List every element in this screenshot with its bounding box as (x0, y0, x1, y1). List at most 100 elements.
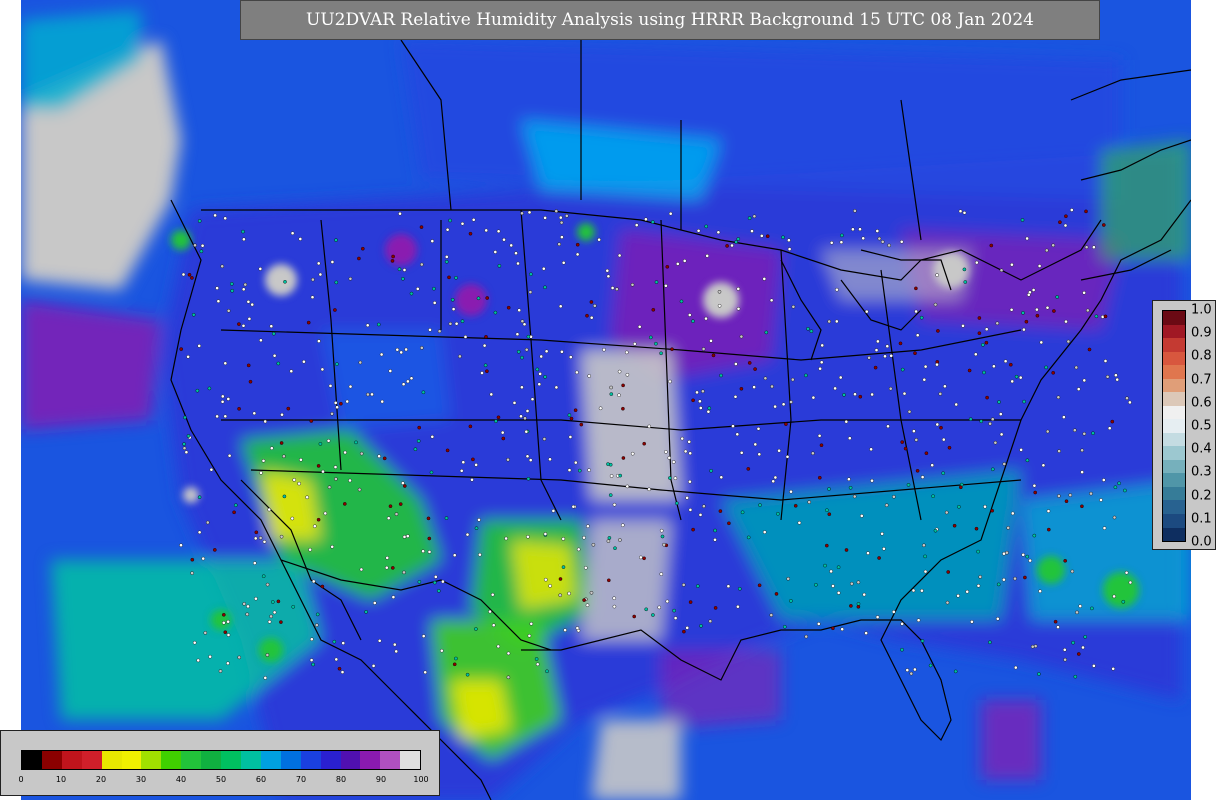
station-marker (719, 373, 723, 378)
station-marker (432, 301, 437, 305)
station-marker (282, 454, 286, 459)
station-marker (534, 657, 539, 661)
station-marker (757, 583, 762, 588)
station-marker (401, 481, 405, 485)
station-marker (784, 422, 788, 426)
station-marker (1063, 559, 1067, 563)
station-marker (432, 580, 437, 585)
station-marker (330, 260, 335, 264)
station-marker (543, 285, 547, 290)
station-marker (326, 438, 331, 443)
station-marker (916, 618, 921, 623)
station-marker (364, 610, 368, 614)
station-marker (773, 475, 778, 480)
rh-colorbar-legend: 0 10 20 30 40 50 60 70 80 90 100 (0, 730, 440, 796)
rh-colorbar-segment (340, 751, 361, 769)
station-marker (984, 327, 989, 332)
station-marker (1074, 365, 1079, 370)
station-marker (1045, 305, 1050, 310)
station-marker (621, 523, 625, 528)
station-marker (848, 485, 853, 490)
station-marker (935, 273, 939, 277)
station-marker (996, 582, 1001, 587)
station-marker (747, 361, 752, 365)
station-marker (990, 417, 995, 422)
error-colorbar-tick-label: 0.9 (1191, 325, 1212, 341)
station-marker (242, 602, 246, 606)
station-marker (947, 445, 952, 450)
station-marker (659, 528, 664, 533)
station-marker (647, 424, 652, 429)
error-colorbar-tick-label: 0.6 (1191, 395, 1212, 411)
station-marker (831, 626, 835, 631)
station-marker (696, 228, 701, 233)
station-marker (988, 640, 992, 645)
station-marker (685, 496, 689, 500)
station-marker (582, 535, 586, 540)
station-marker (342, 502, 347, 506)
station-marker (602, 347, 606, 352)
station-marker (554, 209, 559, 213)
station-marker (179, 543, 183, 548)
station-marker (736, 287, 741, 291)
station-marker (673, 616, 678, 620)
station-marker (439, 648, 444, 653)
error-colorbar-segment (1163, 419, 1185, 433)
error-colorbar-segment (1163, 486, 1185, 501)
station-marker (797, 521, 802, 525)
station-marker (704, 316, 708, 321)
station-marker (852, 494, 857, 499)
station-marker (413, 447, 418, 452)
station-marker (419, 225, 424, 229)
station-marker (1047, 527, 1051, 532)
station-marker (298, 237, 303, 241)
station-marker (1019, 448, 1023, 452)
station-marker (421, 634, 426, 638)
station-marker (853, 392, 857, 397)
station-marker (357, 487, 362, 492)
station-marker (886, 424, 890, 429)
station-marker (267, 507, 271, 512)
station-marker (1128, 400, 1132, 405)
station-marker (1009, 307, 1014, 312)
error-colorbar-tick-label: 0.2 (1191, 488, 1212, 504)
station-marker (246, 604, 250, 609)
station-marker (567, 413, 572, 417)
station-marker (574, 460, 578, 465)
station-marker (827, 487, 831, 491)
station-marker (1112, 594, 1116, 599)
station-marker (320, 367, 325, 372)
station-marker (430, 434, 435, 439)
station-marker (698, 513, 703, 517)
station-marker (209, 467, 214, 472)
station-marker (1086, 308, 1090, 313)
station-marker (902, 391, 907, 396)
station-marker (1035, 313, 1040, 318)
station-marker (1044, 365, 1048, 370)
station-marker (276, 599, 281, 604)
station-marker (269, 614, 273, 619)
station-marker (1039, 340, 1044, 345)
station-marker (448, 218, 452, 223)
station-marker (254, 530, 259, 535)
map-title: UU2DVAR Relative Humidity Analysis using… (306, 10, 1034, 30)
station-marker (429, 470, 434, 475)
station-marker (493, 310, 498, 315)
station-marker (419, 346, 424, 350)
station-marker (247, 317, 252, 321)
station-marker (216, 299, 221, 304)
station-marker (437, 329, 442, 334)
station-marker (665, 264, 670, 269)
station-marker (688, 600, 693, 604)
station-marker (524, 429, 529, 434)
rh-colorbar-tick-label: 40 (175, 775, 187, 784)
station-marker (850, 581, 854, 586)
station-marker (739, 386, 744, 391)
station-marker (560, 235, 564, 239)
station-marker (959, 485, 963, 490)
station-marker (311, 277, 315, 282)
station-marker (736, 237, 741, 241)
station-marker (713, 538, 717, 542)
station-marker (237, 406, 241, 411)
station-marker (243, 282, 248, 287)
